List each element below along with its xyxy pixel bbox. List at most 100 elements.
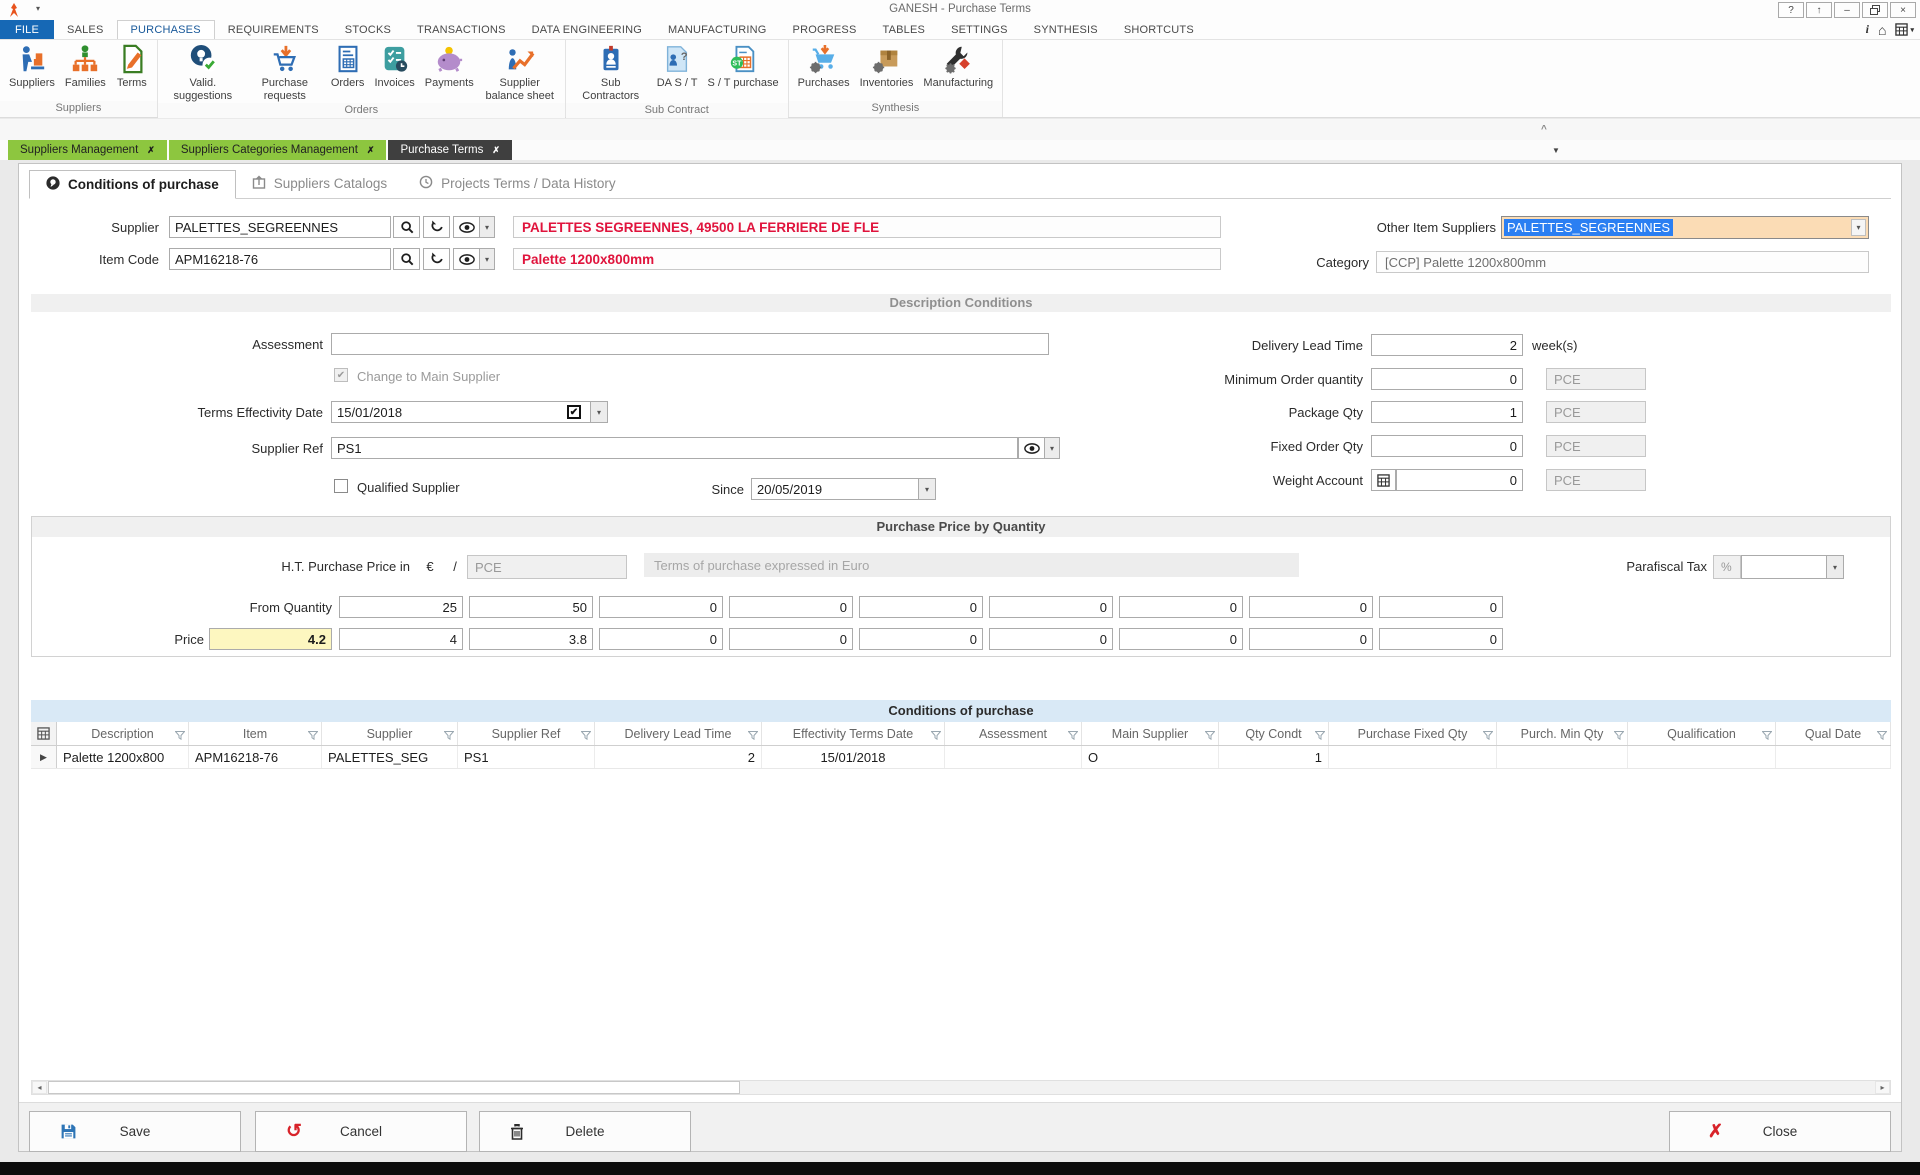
ribbon-item-supplier-balance-sheet[interactable]: Supplier balance sheet — [479, 42, 561, 103]
grid-cell[interactable]: APM16218-76 — [189, 746, 322, 768]
grid-column-header[interactable]: Purch. Min Qty — [1497, 722, 1628, 745]
grid-corner-icon[interactable] — [31, 722, 57, 745]
parafiscal-tax-input[interactable] — [1741, 555, 1827, 579]
grid-horizontal-scrollbar[interactable]: ◂ ▸ — [31, 1080, 1891, 1095]
fixed-order-qty-input[interactable] — [1371, 435, 1523, 457]
grid-column-header[interactable]: Supplier Ref — [458, 722, 595, 745]
home-icon[interactable]: ⌂ — [1878, 22, 1886, 38]
grid-column-header[interactable]: Item — [189, 722, 322, 745]
weight-account-input[interactable] — [1396, 469, 1523, 491]
grid-column-header[interactable]: Description — [57, 722, 189, 745]
style-button[interactable]: ↑ — [1806, 2, 1832, 18]
from-quantity-cell[interactable]: 0 — [859, 596, 983, 618]
base-price-cell[interactable]: 4.2 — [209, 628, 332, 650]
ribbon-item-valid-suggestions[interactable]: Valid. suggestions — [162, 42, 244, 103]
since-dropdown-icon[interactable]: ▾ — [919, 478, 936, 500]
grid-cell[interactable] — [1776, 746, 1891, 768]
item-code-input[interactable] — [169, 248, 391, 270]
menu-item-stocks[interactable]: STOCKS — [332, 20, 404, 39]
supplier-input[interactable] — [169, 216, 391, 238]
minimum-order-quantity-input[interactable] — [1371, 368, 1523, 390]
parafiscal-dropdown-icon[interactable]: ▾ — [1827, 555, 1844, 579]
effectivity-date-dropdown-icon[interactable]: ▾ — [591, 401, 608, 423]
ribbon-item-orders[interactable]: Orders — [326, 42, 370, 91]
ribbon-item-inventories[interactable]: Inventories — [855, 42, 919, 91]
grid-data-row[interactable]: ▶ Palette 1200x800APM16218-76PALETTES_SE… — [31, 746, 1891, 769]
grid-cell[interactable]: 15/01/2018 — [762, 746, 945, 768]
ribbon-item-invoices[interactable]: Invoices — [369, 42, 419, 91]
restore-button[interactable] — [1862, 2, 1888, 18]
other-suppliers-dropdown-icon[interactable]: ▾ — [1851, 219, 1866, 236]
menu-item-purchases[interactable]: PURCHASES — [117, 20, 215, 39]
menu-item-shortcuts[interactable]: SHORTCUTS — [1111, 20, 1207, 39]
ribbon-item-purchase-requests[interactable]: Purchase requests — [244, 42, 326, 103]
price-cell[interactable]: 0 — [729, 628, 853, 650]
supplier-view-button[interactable] — [453, 216, 480, 238]
from-quantity-cell[interactable]: 0 — [989, 596, 1113, 618]
save-button[interactable]: Save — [29, 1111, 241, 1152]
grid-column-header[interactable]: Purchase Fixed Qty — [1329, 722, 1497, 745]
ribbon-collapse-icon[interactable]: ^ — [1541, 124, 1547, 135]
close-button[interactable]: ✗ Close — [1669, 1111, 1891, 1152]
package-qty-input[interactable] — [1371, 401, 1523, 423]
price-cell[interactable]: 0 — [599, 628, 723, 650]
minimize-button[interactable]: – — [1834, 2, 1860, 18]
grid-cell[interactable]: 1 — [1219, 746, 1329, 768]
grid-column-header[interactable]: Effectivity Terms Date — [762, 722, 945, 745]
menu-item-file[interactable]: FILE — [0, 20, 54, 39]
from-quantity-cell[interactable]: 0 — [1119, 596, 1243, 618]
menu-item-transactions[interactable]: TRANSACTIONS — [404, 20, 519, 39]
from-quantity-cell[interactable]: 0 — [1379, 596, 1503, 618]
grid-column-header[interactable]: Qual Date — [1776, 722, 1891, 745]
scroll-right-icon[interactable]: ▸ — [1875, 1081, 1890, 1094]
filter-funnel-icon[interactable] — [1315, 729, 1325, 743]
close-window-button[interactable]: × — [1890, 2, 1916, 18]
ribbon-item-da-st[interactable]: ? DA S / T — [652, 42, 703, 91]
ribbon-item-suppliers[interactable]: Suppliers — [4, 42, 60, 91]
menu-item-settings[interactable]: SETTINGS — [938, 20, 1021, 39]
filter-funnel-icon[interactable] — [444, 729, 454, 743]
grid-cell[interactable]: O — [1082, 746, 1219, 768]
ribbon-item-purchases[interactable]: Purchases — [793, 42, 855, 91]
doc-tab-purchase-terms[interactable]: Purchase Terms ✗ — [388, 140, 511, 160]
filter-funnel-icon[interactable] — [1205, 729, 1215, 743]
doc-tab-suppliers-management[interactable]: Suppliers Management ✗ — [8, 140, 167, 160]
price-cell[interactable]: 0 — [1119, 628, 1243, 650]
item-refresh-button[interactable] — [423, 248, 450, 270]
menu-item-manufacturing[interactable]: MANUFACTURING — [655, 20, 780, 39]
from-quantity-cell[interactable]: 0 — [599, 596, 723, 618]
delete-button[interactable]: Delete — [479, 1111, 691, 1152]
price-cell[interactable]: 0 — [989, 628, 1113, 650]
supplier-refresh-button[interactable] — [423, 216, 450, 238]
grid-cell[interactable]: PALETTES_SEG — [322, 746, 458, 768]
since-date-input[interactable] — [751, 478, 919, 500]
scrollbar-thumb[interactable] — [48, 1081, 740, 1094]
tab-close-icon[interactable]: ✗ — [492, 145, 500, 156]
grid-cell[interactable]: 2 — [595, 746, 762, 768]
grid-cell[interactable] — [945, 746, 1082, 768]
ribbon-item-manufacturing[interactable]: Manufacturing — [918, 42, 998, 91]
filter-funnel-icon[interactable] — [748, 729, 758, 743]
filter-funnel-icon[interactable] — [1614, 729, 1624, 743]
calculator-menu-icon[interactable]: ▾ — [1895, 23, 1914, 36]
assessment-input[interactable] — [331, 333, 1049, 355]
grid-cell[interactable] — [1628, 746, 1776, 768]
from-quantity-cell[interactable]: 50 — [469, 596, 593, 618]
filter-funnel-icon[interactable] — [1877, 729, 1887, 743]
tab-suppliers-catalogs[interactable]: Suppliers Catalogs — [236, 169, 403, 198]
weight-calculator-button[interactable] — [1371, 469, 1396, 491]
delivery-lead-time-input[interactable] — [1371, 334, 1523, 356]
ribbon-item-st-purchase[interactable]: ST S / T purchase — [702, 42, 783, 91]
grid-column-header[interactable]: Supplier — [322, 722, 458, 745]
help-button[interactable]: ? — [1778, 2, 1804, 18]
tab-close-icon[interactable]: ✗ — [367, 145, 375, 156]
filter-funnel-icon[interactable] — [1762, 729, 1772, 743]
supplier-view-dropdown-icon[interactable]: ▾ — [480, 216, 495, 238]
tab-list-dropdown-icon[interactable]: ▼ — [1552, 146, 1560, 155]
grid-cell[interactable] — [1329, 746, 1497, 768]
supplier-ref-view-button[interactable] — [1018, 437, 1045, 459]
doc-tab-suppliers-categories-management[interactable]: Suppliers Categories Management ✗ — [169, 140, 387, 160]
tab-conditions-of-purchase[interactable]: Conditions of purchase — [29, 170, 236, 199]
filter-funnel-icon[interactable] — [1068, 729, 1078, 743]
filter-funnel-icon[interactable] — [175, 729, 185, 743]
